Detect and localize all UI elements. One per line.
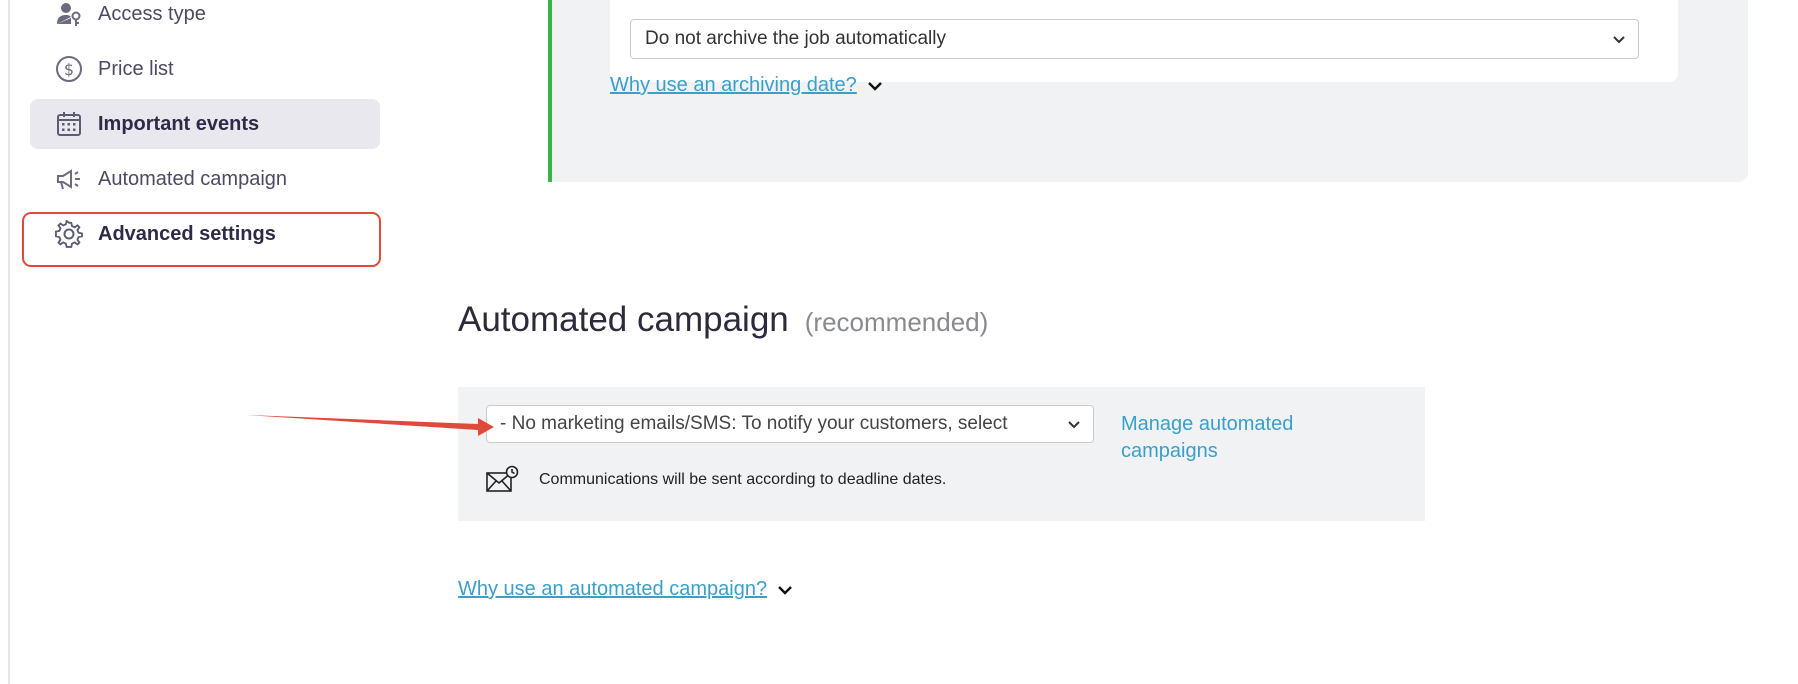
highlight-annotation-box [22,212,381,267]
archiving-panel: Do not archive the job automatically Why… [548,0,1748,182]
recommended-badge: (recommended) [804,307,989,337]
sidebar-item-automated-campaign[interactable]: Automated campaign [30,154,380,204]
campaign-select[interactable]: - No marketing emails/SMS: To notify you… [486,405,1094,443]
page-left-border [8,0,10,684]
archive-help-toggle[interactable]: Why use an archiving date? [610,74,885,97]
svg-text:$: $ [64,60,74,79]
sidebar-item-access-type[interactable]: Access type [30,0,380,39]
calendar-icon [54,109,84,139]
access-type-icon [54,0,84,29]
campaign-help-link[interactable]: Why use an automated campaign? [458,578,767,601]
manage-campaigns-link[interactable]: Manage automated campaigns [1121,411,1341,465]
page-title: Automated campaign [458,300,789,339]
archive-date-select[interactable]: Do not archive the job automatically [630,19,1639,59]
sidebar-item-label: Access type [98,2,206,25]
campaign-select-value: - No marketing emails/SMS: To notify you… [500,413,1008,434]
communication-info: Communications will be sent according to… [485,465,946,495]
archive-select-value: Do not archive the job automatically [645,28,946,49]
campaign-panel: - No marketing emails/SMS: To notify you… [458,387,1425,521]
megaphone-icon [54,164,84,194]
email-schedule-icon [486,465,519,492]
campaign-help-toggle[interactable]: Why use an automated campaign? [458,578,795,601]
chevron-down-icon [1613,36,1625,44]
archive-help-link[interactable]: Why use an archiving date? [610,74,857,97]
communication-info-text: Communications will be sent according to… [539,471,947,488]
sidebar-item-label: Price list [98,57,174,80]
campaign-section-title: Automated campaign (recommended) [458,300,988,340]
sidebar-item-label: Important events [98,112,260,135]
archiving-card: Do not archive the job automatically [610,0,1678,82]
sidebar-item-price-list[interactable]: $ Price list [30,44,380,94]
price-list-icon: $ [54,54,84,84]
chevron-down-icon [1068,421,1080,429]
sidebar-item-label: Automated campaign [98,167,288,190]
sidebar-item-important-events[interactable]: Important events [30,99,380,149]
chevron-down-icon [867,81,882,91]
chevron-down-icon [778,585,792,595]
